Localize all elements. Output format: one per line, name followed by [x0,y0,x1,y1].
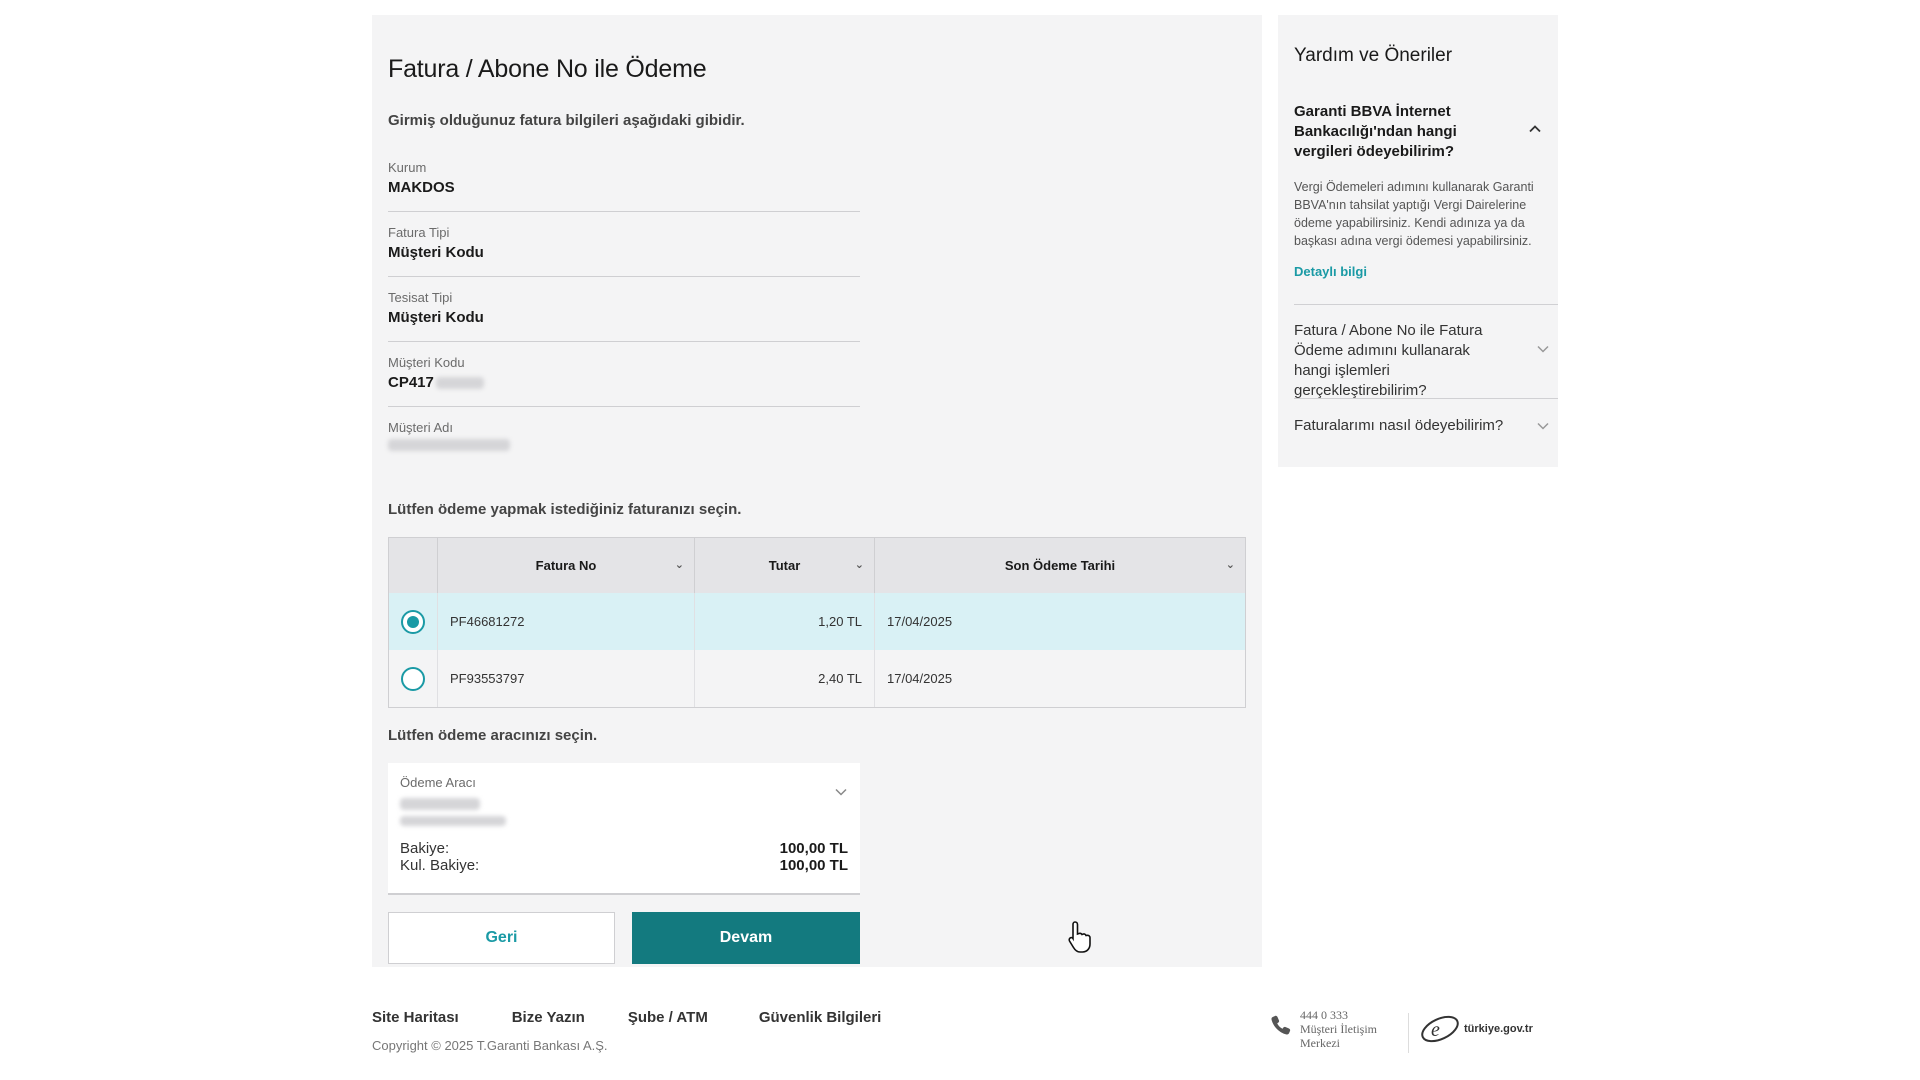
cell-due-date: 17/04/2025 [887,614,953,629]
field-value: Müşteri Kodu [388,309,484,326]
cell-due-date: 17/04/2025 [887,671,953,686]
intro-text: Girmiş olduğunuz fatura bilgileri aşağıd… [388,112,745,129]
redacted-mask [388,439,510,451]
balance-label: Bakiye: [400,840,450,857]
row-select-cell [389,650,438,707]
page-title: Fatura / Abone No ile Ödeme [388,55,707,83]
egov-logo-icon: e [1421,1015,1459,1043]
chevron-up-icon[interactable] [1528,122,1542,136]
redacted-mask [400,798,480,810]
field-kurum: Kurum MAKDOS [388,147,860,212]
table-header: Fatura No ⌄ Tutar ⌄ Son Ödeme Tarihi ⌄ [389,538,1245,593]
header-select-column [389,538,438,593]
table-row[interactable]: PF46681272 1,20 TL 17/04/2025 [389,593,1245,650]
footer-link-security[interactable]: Güvenlik Bilgileri [759,1009,882,1026]
continue-button[interactable]: Devam [632,912,860,964]
balance-value: 100,00 TL [779,840,848,857]
faq-answer: Vergi Ödemeleri adımını kullanarak Garan… [1294,180,1534,248]
back-button[interactable]: Geri [388,912,615,964]
field-customer-name: Müşteri Adı [388,407,860,472]
egov-text: türkiye.gov.tr [1464,1023,1533,1035]
field-value [388,439,860,451]
field-label: Müşteri Kodu [388,355,465,370]
header-label: Son Ödeme Tarihi [1004,558,1116,573]
faq-question[interactable]: Garanti BBVA İnternet Bankacılığı'ndan h… [1294,102,1542,162]
field-label: Tesisat Tipi [388,290,453,305]
invoice-radio[interactable] [401,666,425,691]
chevron-down-icon[interactable] [1536,342,1550,356]
phone-icon [1271,1015,1291,1035]
faq-item-collapsed[interactable]: Fatura / Abone No ile Fatura Ödeme adımı… [1294,304,1558,399]
field-value: MAKDOS [388,179,455,196]
footer-link-branch-atm[interactable]: Şube / ATM [628,1009,708,1026]
header-invoice-no[interactable]: Fatura No ⌄ [438,538,695,593]
invoice-table: Fatura No ⌄ Tutar ⌄ Son Ödeme Tarihi ⌄ P… [388,537,1246,708]
table-row[interactable]: PF93553797 2,40 TL 17/04/2025 [389,650,1245,707]
invoice-info: Kurum MAKDOS Fatura Tipi Müşteri Kodu Te… [388,147,860,472]
usable-balance-value: 100,00 TL [779,857,848,874]
cell-amount: 2,40 TL [695,650,875,707]
redacted-mask [435,376,484,389]
field-value: CP417 [388,374,860,391]
field-label: Kurum [388,160,427,175]
header-due-date[interactable]: Son Ödeme Tarihi ⌄ [875,538,1245,593]
payment-tool-prompt: Lütfen ödeme aracınızı seçin. [388,727,598,744]
redacted-mask [400,816,506,826]
field-label: Müşteri Adı [388,420,454,435]
hand-cursor-icon [1068,921,1091,953]
footer-link-contact[interactable]: Bize Yazın [512,1009,585,1026]
egov-logo[interactable]: e türkiye.gov.tr [1418,1012,1533,1046]
balance-row: Bakiye: 100,00 TL [400,840,848,857]
row-select-cell [389,593,438,650]
usable-balance-label: Kul. Bakiye: [400,857,480,874]
payment-tool-label: Ödeme Aracı [400,775,476,790]
svg-text:e: e [1431,1019,1440,1041]
faq-question-text: Garanti BBVA İnternet Bankacılığı'ndan h… [1294,103,1457,160]
call-center-label: Müşteri İletişim [1300,1022,1377,1036]
faq-item-collapsed[interactable]: Faturalarımı nasıl ödeyebilirim? [1294,398,1558,454]
field-value: Müşteri Kodu [388,244,484,261]
faq-question-text: Fatura / Abone No ile Fatura Ödeme adımı… [1294,322,1483,399]
sort-chevron-icon[interactable]: ⌄ [1226,558,1235,571]
sort-chevron-icon[interactable]: ⌄ [855,558,864,571]
payment-tool-select[interactable]: Ödeme Aracı Bakiye: 100,00 TL Kul. Bakiy… [388,763,860,895]
radio-dot [407,615,419,628]
cell-invoice-no: PF46681272 [438,593,695,650]
header-amount[interactable]: Tutar ⌄ [695,538,875,593]
call-center-text: 444 0 333 Müşteri İletişim Merkezi [1300,1008,1377,1050]
call-center-label: Merkezi [1300,1036,1340,1050]
field-invoice-type: Fatura Tipi Müşteri Kodu [388,212,860,277]
chevron-down-icon[interactable] [834,785,848,799]
chevron-down-icon[interactable] [1536,419,1550,433]
faq-item-expanded: Garanti BBVA İnternet Bankacılığı'ndan h… [1294,102,1542,281]
footer-link-sitemap[interactable]: Site Haritası [372,1009,459,1026]
header-label: Fatura No [535,558,597,573]
payment-card: Fatura / Abone No ile Ödeme Girmiş olduğ… [372,15,1262,967]
copyright: Copyright © 2025 T.Garanti Bankası A.Ş. [372,1038,608,1053]
faq-question-text: Faturalarımı nasıl ödeyebilirim? [1294,417,1504,434]
usable-balance-row: Kul. Bakiye: 100,00 TL [400,857,848,874]
call-center[interactable]: 444 0 333 Müşteri İletişim Merkezi [1270,1008,1377,1050]
details-link[interactable]: Detaylı bilgi [1294,264,1367,279]
invoice-radio-selected[interactable] [401,609,425,634]
customer-code-visible: CP417 [388,374,434,391]
redacted-account [400,798,848,826]
field-customer-code: Müşteri Kodu CP417 [388,342,860,407]
sort-chevron-icon[interactable]: ⌄ [675,558,684,571]
cell-invoice-no: PF93553797 [438,650,695,707]
field-installation-type: Tesisat Tipi Müşteri Kodu [388,277,860,342]
phone-number: 444 0 333 [1300,1008,1348,1022]
cell-amount: 1,20 TL [695,593,875,650]
footer-links: Site Haritası Bize Yazın Şube / ATM Güve… [372,1009,881,1026]
invoice-select-prompt: Lütfen ödeme yapmak istediğiniz faturanı… [388,501,742,518]
footer-divider [1408,1013,1409,1053]
sidebar-title: Yardım ve Öneriler [1294,45,1453,66]
help-sidebar: Yardım ve Öneriler Garanti BBVA İnternet… [1278,15,1558,467]
header-label: Tutar [768,558,801,573]
field-label: Fatura Tipi [388,225,450,240]
